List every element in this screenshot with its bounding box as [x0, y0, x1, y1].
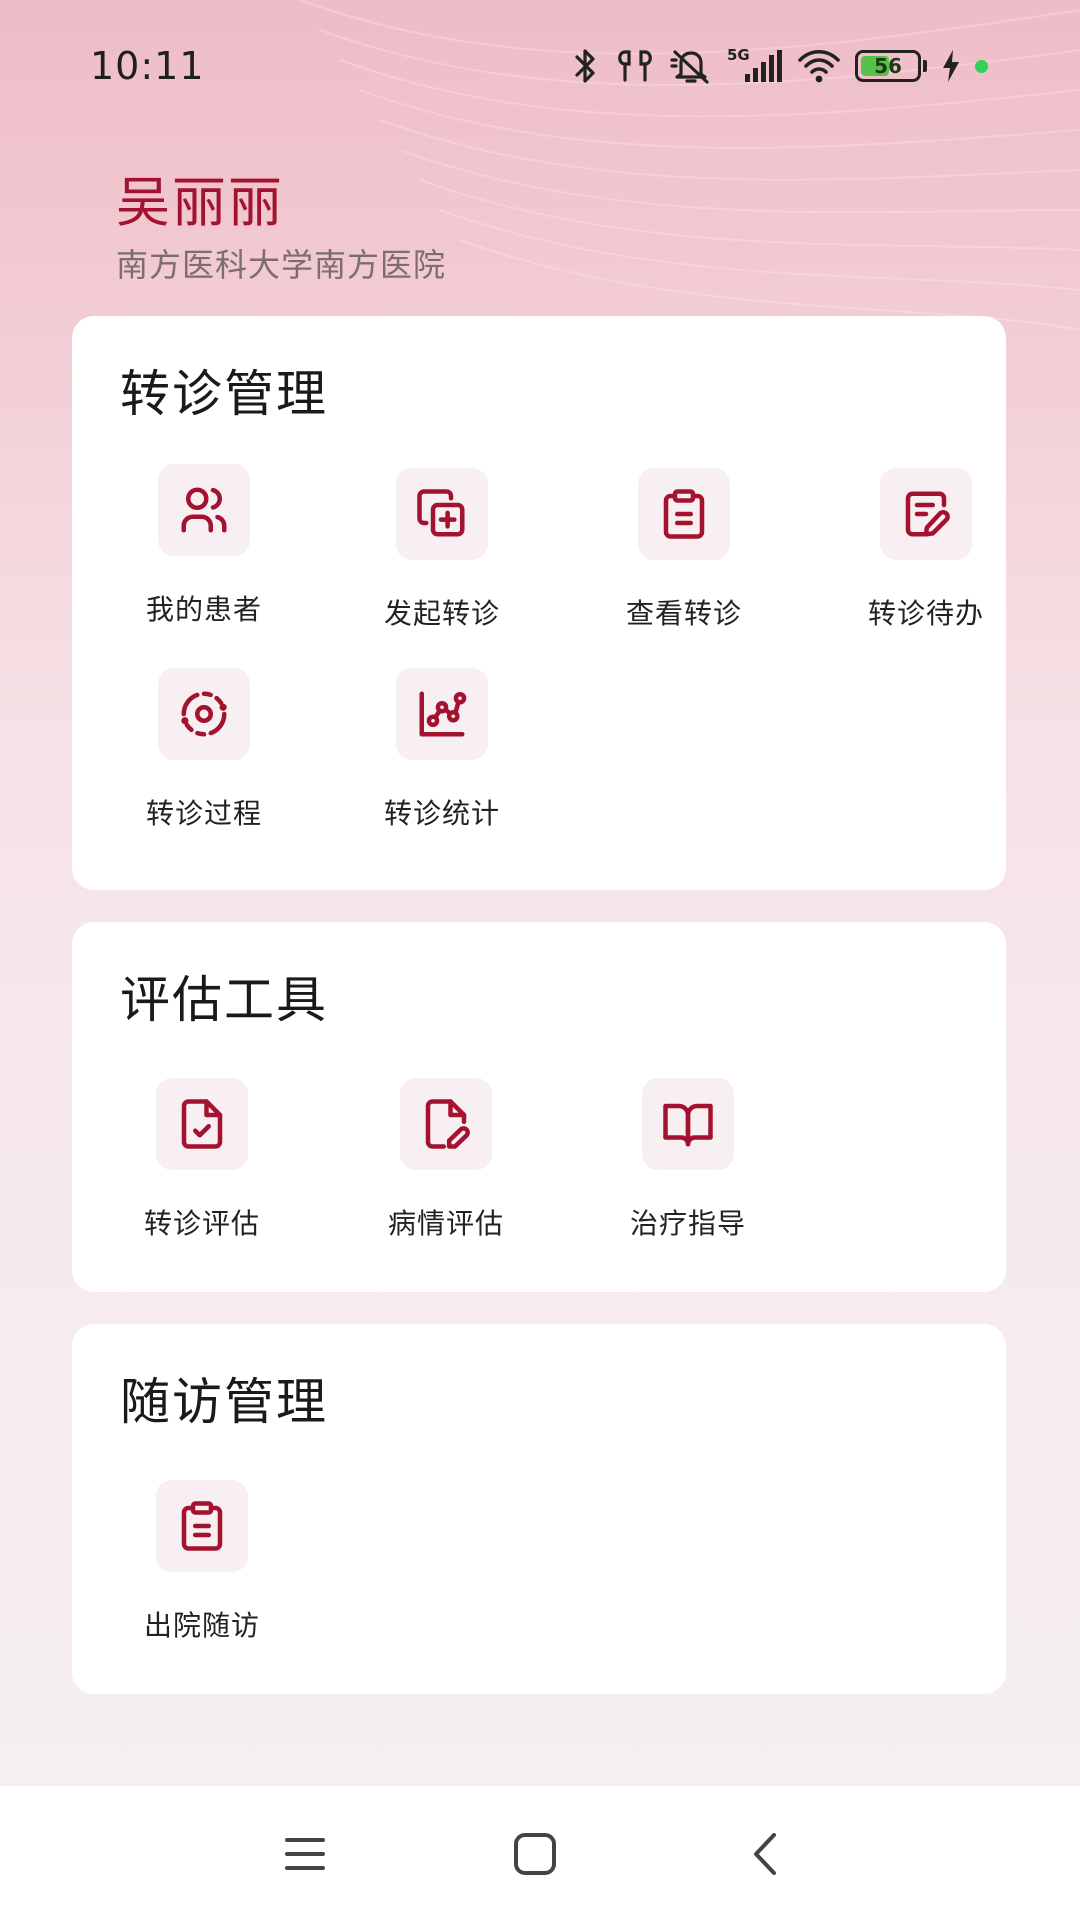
status-icons: 5G 56 — [571, 44, 988, 88]
tile-label: 转诊评估 — [143, 1207, 260, 1240]
bluetooth-icon — [575, 49, 595, 83]
section-title: 随访管理 — [120, 1373, 328, 1431]
home-button[interactable] — [495, 1814, 575, 1894]
file-check-icon — [156, 1078, 248, 1170]
system-nav-bar — [0, 1786, 1080, 1920]
section-title: 评估工具 — [120, 971, 328, 1029]
tile-condition-assessment[interactable]: 病情评估 — [344, 1078, 544, 1248]
card-follow-up-management: 随访管理 出院随访 — [72, 1324, 1006, 1694]
back-chevron-icon — [754, 1833, 776, 1875]
process-icon — [158, 668, 250, 760]
add-copy-icon — [396, 468, 488, 560]
signal-5g-icon: 5G — [727, 46, 782, 82]
tile-label: 出院随访 — [143, 1609, 260, 1642]
home-square-icon — [514, 1833, 556, 1875]
file-edit-icon — [400, 1078, 492, 1170]
user-name: 吴丽丽 — [116, 171, 284, 234]
menu-button[interactable] — [265, 1814, 345, 1894]
menu-icon — [285, 1838, 325, 1870]
clipboard-icon — [156, 1480, 248, 1572]
tile-my-patients[interactable]: 我的患者 — [102, 464, 302, 634]
tile-label: 转诊统计 — [383, 797, 500, 830]
wifi-icon — [798, 49, 840, 83]
battery-cap — [923, 60, 927, 72]
card-assessment-tools: 评估工具 转诊评估 病情评估 治疗指导 — [72, 922, 1006, 1292]
tile-label: 病情评估 — [387, 1207, 504, 1240]
mute-bell-icon — [670, 50, 709, 84]
network-type-label: 5G — [727, 46, 750, 64]
tile-label: 查看转诊 — [625, 597, 742, 630]
tile-view-referral[interactable]: 查看转诊 — [582, 468, 782, 638]
battery-level: 56 — [874, 54, 902, 78]
hospital-name: 南方医科大学南方医院 — [116, 246, 447, 284]
back-button[interactable] — [725, 1814, 805, 1894]
edit-list-icon — [880, 468, 972, 560]
battery-indicator: 56 — [855, 50, 921, 82]
tile-treatment-guide[interactable]: 治疗指导 — [586, 1078, 786, 1248]
tile-label: 转诊过程 — [145, 797, 262, 830]
tile-referral-process[interactable]: 转诊过程 — [102, 668, 302, 838]
tile-label: 我的患者 — [145, 593, 262, 626]
privacy-indicator-dot — [975, 59, 988, 73]
tile-referral-statistics[interactable]: 转诊统计 — [340, 668, 540, 838]
tile-label: 发起转诊 — [383, 597, 500, 630]
tile-start-referral[interactable]: 发起转诊 — [340, 468, 540, 638]
earbuds-icon — [618, 50, 652, 82]
book-icon — [642, 1078, 734, 1170]
tile-referral-todo[interactable]: 转诊待办 — [824, 468, 1024, 638]
tile-label: 转诊待办 — [867, 597, 984, 630]
patients-icon — [158, 464, 250, 556]
charging-bolt-icon — [943, 50, 959, 82]
card-referral-management: 转诊管理 我的患者 发起转诊 查看转诊 转诊待办 转诊过程 转诊统计 — [72, 316, 1006, 890]
tile-discharge-follow-up[interactable]: 出院随访 — [100, 1480, 300, 1650]
status-bar: 10:11 5G 56 — [0, 0, 1080, 130]
clipboard-icon — [638, 468, 730, 560]
tile-label: 治疗指导 — [629, 1207, 746, 1240]
tile-referral-assessment[interactable]: 转诊评估 — [100, 1078, 300, 1248]
section-title: 转诊管理 — [120, 365, 328, 423]
statistics-icon — [396, 668, 488, 760]
status-time: 10:11 — [90, 44, 205, 88]
